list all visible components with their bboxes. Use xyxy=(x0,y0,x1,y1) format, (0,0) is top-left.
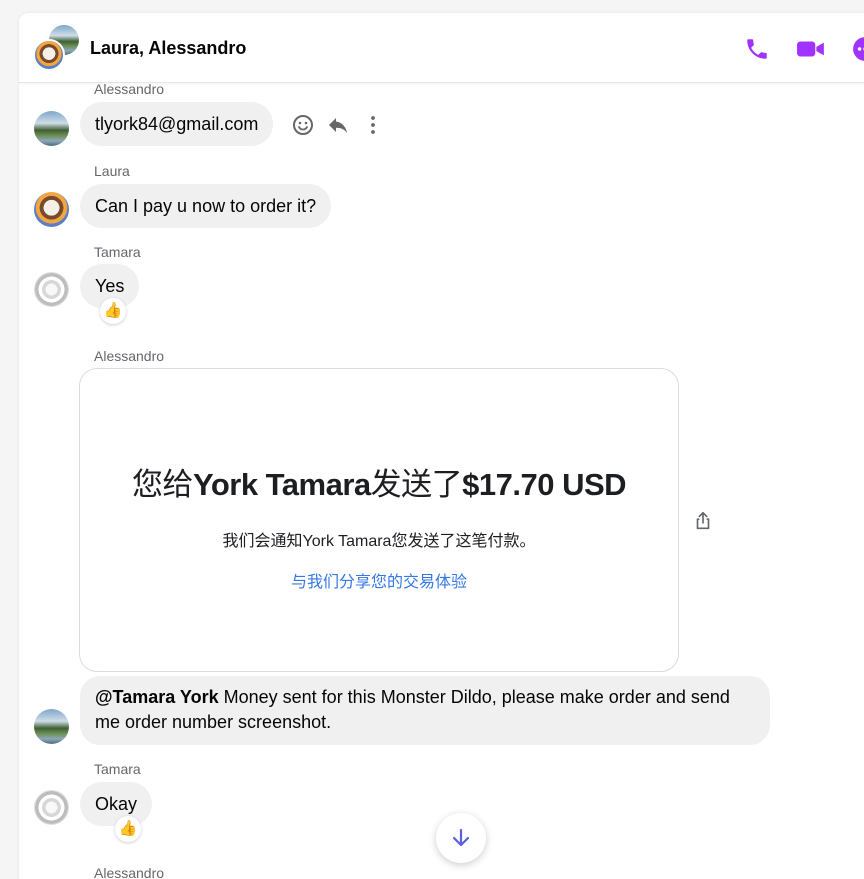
more-icon[interactable] xyxy=(852,36,864,62)
avatar[interactable] xyxy=(34,790,69,825)
share-icon[interactable] xyxy=(692,510,714,532)
payment-title: 您给York Tamara发送了$17.70 USD xyxy=(131,467,627,502)
message-bubble[interactable]: @Tamara York Money sent for this Monster… xyxy=(80,676,770,745)
avatar[interactable] xyxy=(34,709,69,744)
sender-name: Alessandro xyxy=(94,81,165,97)
feedback-link[interactable]: 与我们分享您的交易体验 xyxy=(80,568,678,592)
sender-name: Laura xyxy=(94,163,130,179)
sender-name: Tamara xyxy=(94,761,141,777)
emoji-icon[interactable] xyxy=(291,113,315,137)
avatar[interactable] xyxy=(34,192,69,227)
arrow-down-icon xyxy=(452,828,470,847)
message-bubble[interactable]: tlyork84@gmail.com xyxy=(80,102,274,146)
reaction-badge[interactable]: 👍 xyxy=(115,816,141,842)
more-vertical-icon[interactable] xyxy=(361,113,385,137)
avatar xyxy=(33,39,65,71)
scroll-to-bottom-button[interactable] xyxy=(436,813,486,863)
phone-icon[interactable] xyxy=(744,36,770,62)
chat-panel: Laura, Alessandro Alessandro tlyork84@gm… xyxy=(19,13,864,879)
sender-name: Alessandro xyxy=(94,348,165,364)
avatar[interactable] xyxy=(34,272,69,307)
reaction-badge[interactable]: 👍 xyxy=(100,298,126,324)
video-icon[interactable] xyxy=(796,36,826,62)
sender-name: Tamara xyxy=(94,244,141,260)
avatar[interactable] xyxy=(34,111,69,146)
message-bubble[interactable]: Okay xyxy=(80,782,153,826)
conversation-title[interactable]: Laura, Alessandro xyxy=(90,38,246,59)
reply-icon[interactable] xyxy=(326,113,350,137)
payment-subtitle: 我们会通知York Tamara您发送了这笔付款。 xyxy=(222,533,536,550)
message-bubble[interactable]: Can I pay u now to order it? xyxy=(80,184,332,228)
payment-card[interactable]: 您给York Tamara发送了$17.70 USD 我们会通知York Tam… xyxy=(79,368,679,672)
conversation-header: Laura, Alessandro xyxy=(19,13,864,83)
mention[interactable]: @Tamara York xyxy=(95,687,219,707)
sender-name: Alessandro xyxy=(94,865,165,879)
group-avatar[interactable] xyxy=(31,25,81,73)
